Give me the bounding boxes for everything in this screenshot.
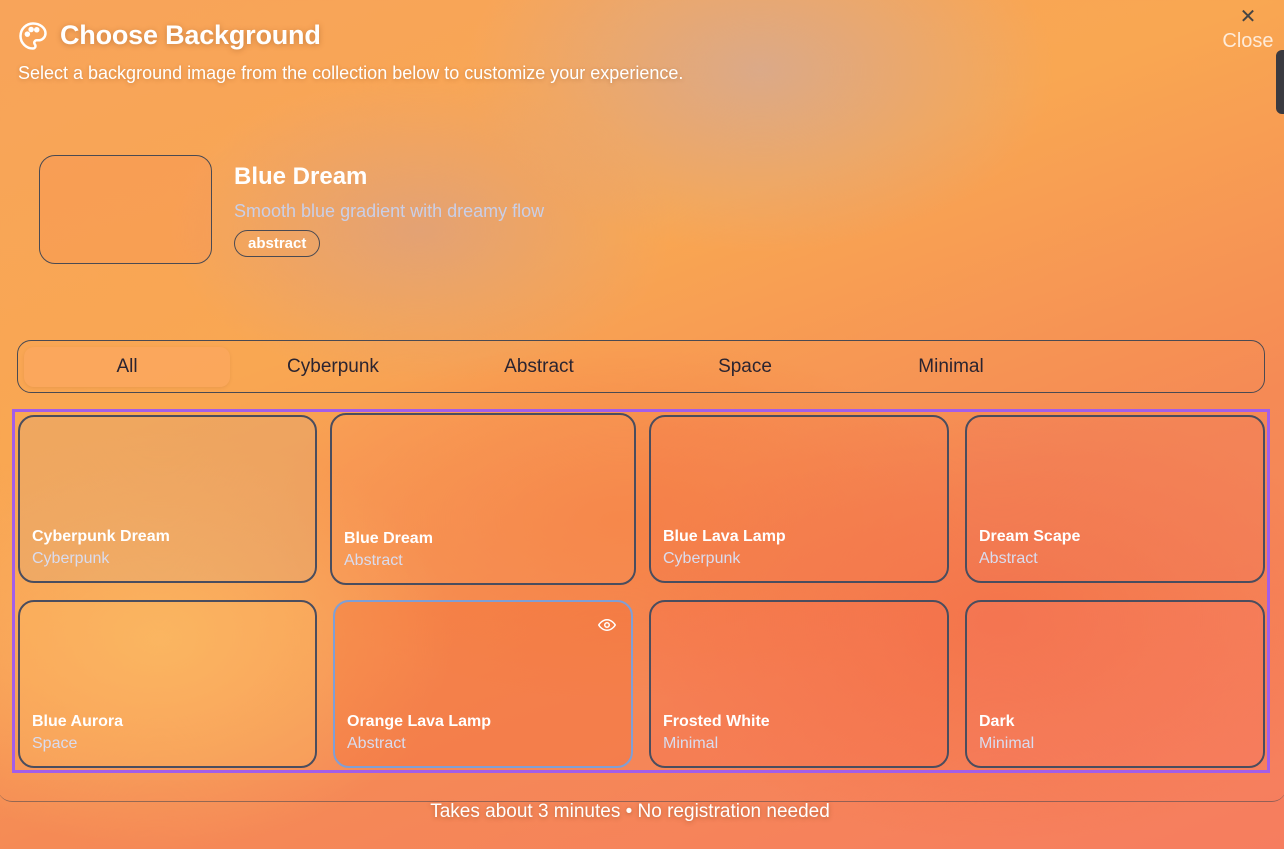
card-name: Blue Aurora <box>32 713 123 730</box>
preview-tag: abstract <box>234 230 321 257</box>
card-category: Space <box>32 735 78 752</box>
card-name: Orange Lava Lamp <box>347 713 492 730</box>
card-category: Minimal <box>979 735 1035 752</box>
eye-icon[interactable] <box>597 618 617 632</box>
background-card[interactable]: Frosted White Minimal <box>649 600 949 768</box>
footer-note: Takes about 3 minutes • No registration … <box>430 801 830 822</box>
card-name: Blue Dream <box>344 530 433 547</box>
card-category: Cyberpunk <box>663 550 741 567</box>
background-card-selected[interactable]: Orange Lava Lamp Abstract <box>333 600 633 768</box>
background-card[interactable]: Blue Dream Abstract <box>330 413 636 585</box>
filter-tab-all[interactable]: All <box>24 347 230 387</box>
filter-tab-cyberpunk[interactable]: Cyberpunk <box>230 347 436 387</box>
card-category: Abstract <box>347 735 406 752</box>
card-category: Minimal <box>663 735 719 752</box>
preview-name: Blue Dream <box>234 163 368 190</box>
filter-tab-abstract[interactable]: Abstract <box>436 347 642 387</box>
background-card[interactable]: Dark Minimal <box>965 600 1265 768</box>
side-drawer-handle[interactable] <box>1276 50 1284 114</box>
page-title: Choose Background <box>60 20 321 50</box>
page-subtitle: Select a background image from the colle… <box>18 63 684 83</box>
filter-tab-minimal[interactable]: Minimal <box>848 347 1054 387</box>
filter-tab-space[interactable]: Space <box>642 347 848 387</box>
card-name: Frosted White <box>663 713 770 730</box>
preview-info: Blue Dream Smooth blue gradient with dre… <box>234 155 544 264</box>
card-name: Cyberpunk Dream <box>32 528 170 545</box>
selected-background-preview: Blue Dream Smooth blue gradient with dre… <box>39 155 544 264</box>
background-card[interactable]: Blue Aurora Space <box>18 600 317 768</box>
background-card[interactable]: Dream Scape Abstract <box>965 415 1265 583</box>
card-name: Dream Scape <box>979 528 1081 545</box>
preview-description: Smooth blue gradient with dreamy flow <box>234 201 545 221</box>
palette-icon <box>18 21 48 51</box>
preview-thumbnail <box>39 155 212 264</box>
card-category: Abstract <box>344 552 403 569</box>
card-category: Abstract <box>979 550 1038 567</box>
background-card[interactable]: Cyberpunk Dream Cyberpunk <box>18 415 317 583</box>
background-card[interactable]: Blue Lava Lamp Cyberpunk <box>649 415 949 583</box>
close-icon: ✕ <box>1239 6 1257 28</box>
close-button[interactable]: ✕ Close <box>1218 6 1278 53</box>
close-label: Close <box>1222 30 1274 52</box>
header: Choose Background Select a background im… <box>18 20 683 84</box>
card-category: Cyberpunk <box>32 550 110 567</box>
card-name: Blue Lava Lamp <box>663 528 786 545</box>
card-name: Dark <box>979 713 1015 730</box>
category-filter-bar: All Cyberpunk Abstract Space Minimal <box>17 340 1265 393</box>
